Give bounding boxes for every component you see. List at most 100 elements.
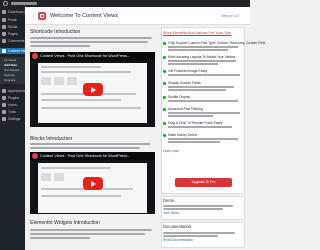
- preview-line: [41, 167, 111, 169]
- sidebar-item-users[interactable]: Users: [0, 102, 25, 108]
- play-button[interactable]: [83, 83, 103, 96]
- preview-thumb: [41, 173, 51, 181]
- admin-sidebar: Dashboard Posts Media Pages Comments Con…: [0, 7, 30, 250]
- comments-icon: [2, 39, 6, 43]
- submenu-settings[interactable]: Settings: [4, 73, 15, 77]
- feature-title: Fully Support Custom Post Type, Custom T…: [168, 41, 266, 45]
- sidebar-item-pages[interactable]: Pages: [0, 31, 25, 37]
- sidebar-item-label: Settings: [8, 117, 21, 121]
- sidebar-item-label: Media: [8, 25, 18, 29]
- pro-panel-title[interactable]: More Benefits And Values For Your Site: [163, 30, 231, 35]
- sidebar-item-label: Tools: [8, 110, 16, 114]
- view-demo-link[interactable]: View Demo: [163, 211, 179, 215]
- read-documentation-link[interactable]: Read Documentation: [163, 238, 193, 242]
- video-title-bar: Content Views : Post Grid Shortcode for …: [30, 152, 155, 160]
- sidebar-item-label: Content Views: [8, 49, 30, 53]
- play-icon: [91, 86, 96, 93]
- submenu-get-started[interactable]: Get Started: [4, 68, 19, 72]
- preview-line: [41, 66, 101, 68]
- feature-title: Drag & Drop To Reorder Posts Easily: [168, 121, 223, 125]
- description-line: [163, 235, 218, 237]
- sidebar-item-label: Plugins: [8, 96, 20, 100]
- feature-title: Display Custom Fields: [168, 81, 201, 85]
- page-title: Welcome To Content Views: [50, 13, 119, 19]
- description-line: [30, 237, 90, 239]
- video-title[interactable]: Content Views : Post Grid Shortcode for …: [40, 153, 130, 159]
- users-icon: [2, 103, 6, 107]
- blocks-section-title: Blocks Introduction: [30, 136, 73, 142]
- feature-title: Advanced Post Filtering: [168, 107, 203, 111]
- appearance-icon: [2, 89, 6, 93]
- check-icon: [163, 70, 166, 73]
- pages-icon: [2, 32, 6, 36]
- sidebar-item-posts[interactable]: Posts: [0, 17, 25, 23]
- description-line: [163, 232, 235, 234]
- check-icon: [163, 108, 166, 111]
- check-icon: [163, 82, 166, 85]
- logo-mark-icon: [40, 14, 44, 18]
- tools-icon: [2, 110, 6, 114]
- sidebar-item-label: Users: [8, 103, 17, 107]
- play-button[interactable]: [83, 177, 103, 190]
- description-line: [30, 45, 90, 47]
- description-line: [30, 37, 152, 39]
- version-label: Version 4.0: [221, 14, 239, 18]
- feature-description: [168, 89, 226, 91]
- feature-description: [168, 86, 234, 88]
- wordpress-logo-icon[interactable]: [3, 1, 8, 6]
- submenu-all-views[interactable]: All Views: [4, 58, 16, 62]
- sidebar-item-plugins[interactable]: Plugins: [0, 95, 25, 101]
- admin-bar: [0, 0, 250, 7]
- media-icon: [2, 25, 6, 29]
- content-views-logo: [38, 12, 46, 20]
- preview-line: [41, 99, 121, 101]
- feature-description: [168, 74, 240, 76]
- feature-description: [168, 112, 240, 114]
- check-icon: [163, 42, 166, 45]
- submenu-add-new[interactable]: Add New: [4, 63, 17, 67]
- description-line: [30, 41, 148, 43]
- feature-description: [168, 46, 238, 48]
- feature-description: [168, 60, 236, 62]
- upgrade-to-pro-button[interactable]: Upgrade To Pro: [175, 178, 232, 187]
- preview-line: [41, 107, 141, 109]
- preview-thumb: [41, 77, 51, 85]
- feature-description: [168, 141, 220, 143]
- feature-title: Get Featured Image Easily: [168, 69, 208, 73]
- sidebar-item-label: Dashboard: [8, 10, 25, 14]
- shortcode-video-player[interactable]: Content Views : Post Grid Shortcode for …: [30, 52, 155, 127]
- sidebar-item-tools[interactable]: Tools: [0, 109, 25, 115]
- site-name-link[interactable]: [11, 2, 37, 5]
- channel-icon: [32, 53, 38, 59]
- content-views-icon: [2, 49, 6, 53]
- preview-line: [41, 71, 131, 73]
- description-line: [30, 229, 152, 231]
- button-label: Upgrade To Pro: [191, 180, 216, 184]
- submenu-upgrade[interactable]: Upgrade: [4, 78, 16, 82]
- feature-description: [168, 63, 218, 65]
- sidebar-item-settings[interactable]: Settings: [0, 116, 25, 122]
- feature-title: Shuffle Display: [168, 95, 190, 99]
- sidebar-item-content-views[interactable]: Content Views: [0, 48, 30, 54]
- sidebar-item-media[interactable]: Media: [0, 24, 25, 30]
- shortcode-section-title: Shortcode Introduction: [30, 29, 81, 35]
- sidebar-item-label: Appearance: [8, 89, 27, 93]
- sidebar-item-comments[interactable]: Comments: [0, 38, 25, 44]
- sidebar-item-label: Posts: [8, 18, 17, 22]
- channel-icon: [32, 153, 38, 159]
- sidebar-item-label: Comments: [8, 39, 25, 43]
- demo-panel-title: Demo: [163, 198, 175, 203]
- feature-title: More Amazing Layouts To Attract Your Vis…: [168, 55, 236, 59]
- sidebar-item-appearance[interactable]: Appearance: [0, 88, 27, 94]
- feature-description: [168, 138, 238, 140]
- feature-description: [168, 115, 213, 117]
- sidebar-item-dashboard[interactable]: Dashboard: [0, 9, 25, 15]
- description-line: [30, 143, 150, 145]
- page-header: Welcome To Content Views Version 4.0: [25, 7, 250, 25]
- settings-icon: [2, 117, 6, 121]
- feature-description: [168, 100, 238, 102]
- blocks-video-player[interactable]: Content Views : Post Grid Shortcode for …: [30, 152, 155, 214]
- video-title[interactable]: Content Views : Post Grid Shortcode for …: [40, 53, 130, 59]
- learn-more-link[interactable]: Learn more: [163, 149, 179, 153]
- sidebar-item-label: Pages: [8, 32, 18, 36]
